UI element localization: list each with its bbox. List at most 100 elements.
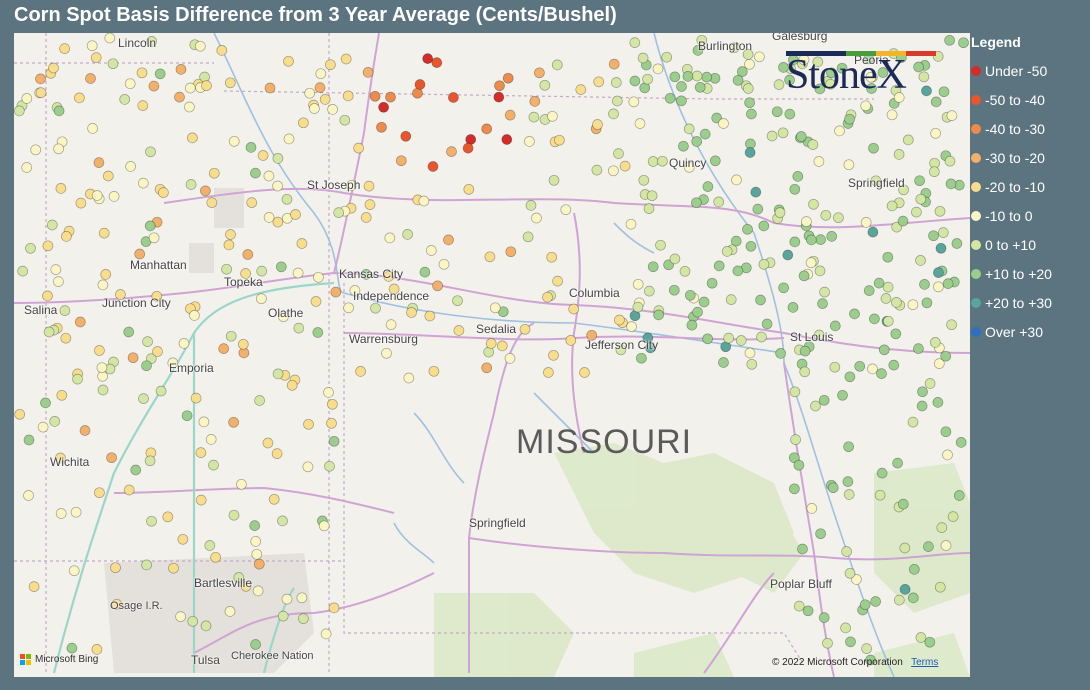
- location-marker[interactable]: [68, 565, 80, 577]
- location-marker[interactable]: [899, 542, 911, 554]
- location-marker[interactable]: [934, 205, 946, 217]
- location-marker[interactable]: [789, 236, 801, 248]
- location-marker[interactable]: [228, 509, 240, 521]
- location-marker[interactable]: [369, 90, 381, 102]
- location-marker[interactable]: [683, 123, 695, 135]
- location-marker[interactable]: [867, 363, 878, 375]
- location-marker[interactable]: [48, 62, 59, 74]
- location-marker[interactable]: [777, 127, 789, 139]
- location-marker[interactable]: [290, 209, 301, 220]
- location-marker[interactable]: [501, 134, 513, 145]
- location-marker[interactable]: [552, 275, 563, 287]
- location-marker[interactable]: [706, 277, 718, 289]
- location-marker[interactable]: [70, 506, 82, 518]
- location-marker[interactable]: [893, 149, 905, 160]
- location-marker[interactable]: [53, 105, 65, 117]
- location-marker[interactable]: [924, 636, 936, 648]
- location-marker[interactable]: [745, 240, 757, 252]
- location-marker[interactable]: [844, 113, 855, 125]
- location-marker[interactable]: [669, 71, 681, 83]
- location-marker[interactable]: [201, 80, 212, 91]
- location-marker[interactable]: [876, 467, 888, 479]
- location-marker[interactable]: [204, 540, 216, 551]
- location-marker[interactable]: [93, 157, 105, 168]
- location-marker[interactable]: [684, 289, 696, 301]
- location-marker[interactable]: [137, 100, 149, 111]
- location-marker[interactable]: [842, 476, 854, 487]
- location-marker[interactable]: [254, 395, 265, 406]
- location-marker[interactable]: [882, 315, 894, 327]
- location-marker[interactable]: [655, 239, 666, 251]
- location-marker[interactable]: [210, 551, 221, 563]
- location-marker[interactable]: [42, 240, 54, 252]
- location-marker[interactable]: [378, 101, 389, 113]
- location-marker[interactable]: [123, 484, 135, 496]
- location-marker[interactable]: [23, 490, 34, 501]
- location-marker[interactable]: [876, 368, 887, 379]
- location-marker[interactable]: [216, 45, 228, 56]
- location-marker[interactable]: [686, 319, 698, 331]
- location-marker[interactable]: [664, 92, 676, 104]
- location-marker[interactable]: [723, 332, 735, 344]
- location-marker[interactable]: [432, 280, 443, 292]
- location-marker[interactable]: [746, 358, 758, 370]
- legend-item[interactable]: -50 to -40: [971, 85, 1086, 114]
- location-marker[interactable]: [427, 161, 439, 172]
- location-marker[interactable]: [629, 75, 641, 87]
- location-marker[interactable]: [676, 95, 687, 107]
- location-marker[interactable]: [145, 146, 156, 158]
- location-marker[interactable]: [245, 142, 257, 153]
- legend-item[interactable]: -20 to -10: [971, 172, 1086, 201]
- location-marker[interactable]: [272, 368, 284, 380]
- location-marker[interactable]: [709, 155, 721, 167]
- location-marker[interactable]: [837, 389, 848, 401]
- location-marker[interactable]: [849, 308, 860, 320]
- location-marker[interactable]: [218, 343, 230, 354]
- location-marker[interactable]: [90, 52, 102, 63]
- location-marker[interactable]: [127, 352, 139, 364]
- location-marker[interactable]: [303, 418, 314, 430]
- location-marker[interactable]: [86, 40, 98, 52]
- location-marker[interactable]: [915, 193, 927, 205]
- location-marker[interactable]: [797, 543, 808, 555]
- location-marker[interactable]: [108, 191, 120, 202]
- location-marker[interactable]: [125, 161, 136, 172]
- location-marker[interactable]: [168, 562, 179, 574]
- location-marker[interactable]: [146, 515, 157, 527]
- location-marker[interactable]: [60, 332, 72, 344]
- location-marker[interactable]: [841, 546, 852, 557]
- location-marker[interactable]: [619, 160, 631, 172]
- location-marker[interactable]: [205, 434, 217, 445]
- location-marker[interactable]: [938, 86, 950, 98]
- location-marker[interactable]: [519, 323, 531, 335]
- location-marker[interactable]: [919, 279, 930, 290]
- location-marker[interactable]: [250, 167, 261, 179]
- location-marker[interactable]: [792, 171, 804, 182]
- location-marker[interactable]: [907, 416, 919, 428]
- location-marker[interactable]: [320, 628, 332, 640]
- location-marker[interactable]: [951, 238, 963, 249]
- location-marker[interactable]: [493, 91, 505, 103]
- location-marker[interactable]: [154, 68, 166, 80]
- location-marker[interactable]: [774, 207, 786, 218]
- location-marker[interactable]: [237, 338, 249, 350]
- location-marker[interactable]: [162, 511, 174, 523]
- location-marker[interactable]: [878, 344, 890, 356]
- location-marker[interactable]: [854, 360, 866, 372]
- location-marker[interactable]: [94, 487, 105, 499]
- location-marker[interactable]: [806, 503, 818, 514]
- location-marker[interactable]: [79, 425, 91, 436]
- location-marker[interactable]: [867, 226, 879, 238]
- location-marker[interactable]: [945, 178, 957, 190]
- location-marker[interactable]: [546, 251, 558, 263]
- location-marker[interactable]: [907, 299, 919, 311]
- location-marker[interactable]: [66, 642, 78, 654]
- location-marker[interactable]: [262, 437, 274, 449]
- location-marker[interactable]: [25, 242, 36, 254]
- location-marker[interactable]: [691, 70, 703, 82]
- location-marker[interactable]: [148, 80, 160, 92]
- location-marker[interactable]: [679, 265, 691, 277]
- location-marker[interactable]: [899, 584, 911, 595]
- location-marker[interactable]: [668, 284, 680, 296]
- location-marker[interactable]: [100, 269, 112, 280]
